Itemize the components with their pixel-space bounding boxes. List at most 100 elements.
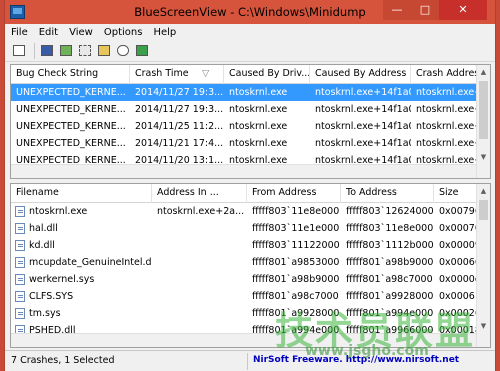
cell-filename: CLFS.SYS <box>29 291 74 302</box>
crash-row[interactable]: UNEXPECTED_KERNE... 2014/11/25 11:2... n… <box>11 118 490 135</box>
cell-crash-address: ntoskrnl.exe+14 <box>416 138 477 149</box>
cell-bug-check: UNEXPECTED_KERNE... <box>16 104 126 115</box>
crash-row[interactable]: UNEXPECTED_KERNE... 2014/11/27 19:3... n… <box>11 84 490 101</box>
cell-filename: mcupdate_GenuineIntel.dll <box>29 257 152 268</box>
cell-to-address: fffff803`1112b000 <box>346 240 434 251</box>
scrollbar-thumb[interactable] <box>479 81 488 139</box>
exit-icon[interactable] <box>134 43 150 59</box>
column-caused-by-address[interactable]: Caused By Address <box>310 65 411 84</box>
toolbar <box>5 40 495 62</box>
cell-address-in-stack <box>152 305 247 322</box>
cell-size: 0x00070000 <box>439 223 478 234</box>
module-list-vertical-scrollbar[interactable]: ▲ ▼ <box>476 184 490 347</box>
cell-crash-time: 2014/11/27 19:3... <box>135 87 224 98</box>
scroll-up-icon[interactable]: ▲ <box>477 65 490 79</box>
scrollbar-thumb[interactable] <box>479 200 488 220</box>
cell-address-in-stack: ntoskrnl.exe+2a... <box>157 206 245 217</box>
cell-driver: ntoskrnl.exe <box>229 138 288 149</box>
column-address-in-stack[interactable]: Address In ... <box>152 184 247 203</box>
cell-from-address: fffff801`a9853000 <box>252 257 340 268</box>
reload-icon[interactable] <box>58 43 74 59</box>
cell-address-in-stack <box>152 271 247 288</box>
cell-to-address: fffff801`a98b9000 <box>346 257 434 268</box>
close-button[interactable]: ✕ <box>439 0 487 20</box>
column-to-address[interactable]: To Address <box>341 184 434 203</box>
crash-list-horizontal-scrollbar[interactable] <box>11 164 476 178</box>
app-window: BlueScreenView - C:\Windows\Minidump — □… <box>4 0 496 371</box>
title-bar[interactable]: BlueScreenView - C:\Windows\Minidump — □… <box>5 0 495 24</box>
column-from-address[interactable]: From Address <box>247 184 341 203</box>
crash-row[interactable]: UNEXPECTED_KERNE... 2014/11/21 17:4... n… <box>11 135 490 152</box>
crash-list-header: Bug Check String Crash Time ▽ Caused By … <box>11 65 490 84</box>
menu-options[interactable]: Options <box>104 27 143 38</box>
cell-size: 0x00009000 <box>439 240 478 251</box>
properties-icon[interactable] <box>96 43 112 59</box>
cell-crash-address: ntoskrnl.exe+14 <box>416 87 477 98</box>
cell-size: 0x0000e000 <box>439 274 478 285</box>
cell-driver: ntoskrnl.exe <box>229 87 288 98</box>
column-crash-time[interactable]: Crash Time ▽ <box>130 65 224 84</box>
module-row[interactable]: werkernel.sys fffff801`a98b9000 fffff801… <box>11 271 490 288</box>
module-row[interactable]: kd.dll fffff803`11122000 fffff803`1112b0… <box>11 237 490 254</box>
save-icon[interactable] <box>39 43 55 59</box>
cell-from-address: fffff803`11e1e000 <box>252 223 340 234</box>
cell-crash-time: 2014/11/21 17:4... <box>135 138 224 149</box>
cell-address-in-stack <box>152 237 247 254</box>
menu-edit[interactable]: Edit <box>39 27 58 38</box>
cell-to-address: fffff801`a98c7000 <box>346 274 433 285</box>
maximize-button[interactable]: □ <box>411 0 439 20</box>
cell-size: 0x00066000 <box>439 257 478 268</box>
cell-bug-check: UNEXPECTED_KERNE... <box>16 121 126 132</box>
module-row[interactable]: ntoskrnl.exe ntoskrnl.exe+2a... fffff803… <box>11 203 490 220</box>
cell-filename: kd.dll <box>29 240 55 251</box>
scroll-down-icon[interactable]: ▼ <box>477 319 490 333</box>
toolbar-separator <box>34 42 35 59</box>
crash-row[interactable]: UNEXPECTED_KERNE... 2014/11/27 19:3... n… <box>11 101 490 118</box>
cell-from-address: fffff803`11e8e000 <box>252 206 340 217</box>
column-bug-check-string[interactable]: Bug Check String <box>11 65 130 84</box>
menu-bar: File Edit View Options Help <box>5 24 495 40</box>
cell-filename: ntoskrnl.exe <box>29 206 88 217</box>
column-caused-by-driver[interactable]: Caused By Driv... <box>224 65 310 84</box>
open-icon[interactable] <box>11 43 27 59</box>
module-list-header: Filename Address In ... From Address To … <box>11 184 490 203</box>
cell-driver: ntoskrnl.exe <box>229 121 288 132</box>
module-row[interactable]: hal.dll fffff803`11e1e000 fffff803`11e8e… <box>11 220 490 237</box>
cell-bug-check: UNEXPECTED_KERNE... <box>16 87 126 98</box>
cell-caused-address: ntoskrnl.exe+14f1a0 <box>315 138 411 149</box>
cell-filename: hal.dll <box>29 223 58 234</box>
cell-crash-time: 2014/11/27 19:3... <box>135 104 224 115</box>
cell-crash-address: ntoskrnl.exe+14 <box>416 121 477 132</box>
cell-crash-time: 2014/11/25 11:2... <box>135 121 224 132</box>
cell-address-in-stack <box>152 288 247 305</box>
find-icon[interactable] <box>115 43 131 59</box>
cell-address-in-stack <box>152 254 247 271</box>
menu-view[interactable]: View <box>69 27 93 38</box>
cell-caused-address: ntoskrnl.exe+14f1a0 <box>315 87 411 98</box>
cell-bug-check: UNEXPECTED_KERNE... <box>16 138 126 149</box>
status-summary: 7 Crashes, 1 Selected <box>11 355 115 366</box>
scroll-down-icon[interactable]: ▼ <box>477 150 490 164</box>
cell-size: 0x00796000 <box>439 206 478 217</box>
cell-to-address: fffff803`11e8e000 <box>346 223 434 234</box>
cell-from-address: fffff803`11122000 <box>252 240 340 251</box>
cell-crash-address: ntoskrnl.exe+14 <box>416 104 477 115</box>
module-row[interactable]: mcupdate_GenuineIntel.dll fffff801`a9853… <box>11 254 490 271</box>
menu-file[interactable]: File <box>11 27 28 38</box>
cell-to-address: fffff803`12624000 <box>346 206 434 217</box>
menu-help[interactable]: Help <box>153 27 176 38</box>
watermark-url: www.jsgho.com <box>305 343 429 359</box>
crash-list[interactable]: Bug Check String Crash Time ▽ Caused By … <box>10 64 491 179</box>
cell-filename: tm.sys <box>29 308 61 319</box>
status-divider <box>247 353 248 370</box>
crash-list-vertical-scrollbar[interactable]: ▲ ▼ <box>476 65 490 178</box>
column-filename[interactable]: Filename <box>11 184 152 203</box>
sort-arrow-icon: ▽ <box>202 68 210 79</box>
cell-from-address: fffff801`a98b9000 <box>252 274 340 285</box>
minimize-button[interactable]: — <box>383 0 411 20</box>
column-crash-time-label: Crash Time <box>135 68 189 79</box>
cell-driver: ntoskrnl.exe <box>229 104 288 115</box>
scroll-up-icon[interactable]: ▲ <box>477 184 490 198</box>
cell-address-in-stack <box>152 220 247 237</box>
copy-icon[interactable] <box>77 43 93 59</box>
